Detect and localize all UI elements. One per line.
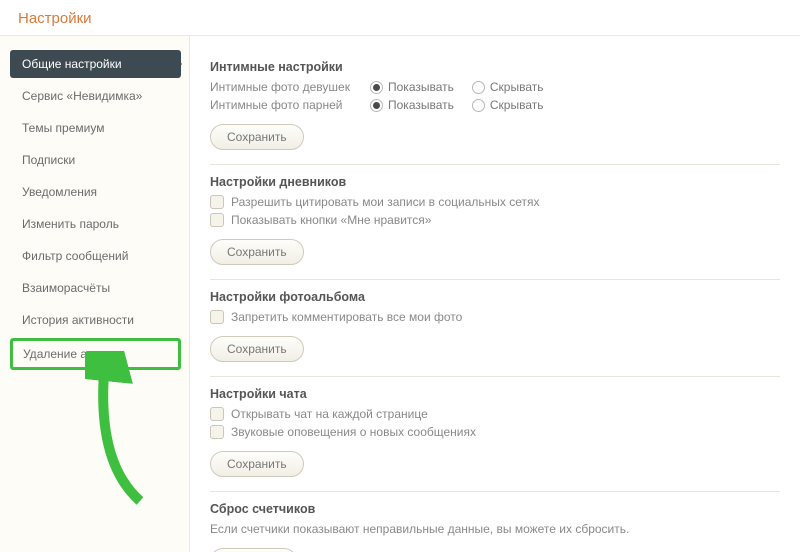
checkbox[interactable]: [210, 425, 224, 439]
section-diary: Настройки дневников Разрешить цитировать…: [210, 165, 780, 280]
content-body: Общие настройки Сервис «Невидимка» Темы …: [0, 36, 800, 552]
section-album: Настройки фотоальбома Запретить комменти…: [210, 280, 780, 377]
sidebar-item-label: Фильтр сообщений: [22, 249, 128, 263]
save-button[interactable]: Сохранить: [210, 239, 304, 265]
save-button[interactable]: Сохранить: [210, 336, 304, 362]
radio-icon: [370, 81, 383, 94]
checkbox-label: Запретить комментировать все мои фото: [231, 310, 462, 324]
section-reset: Сброс счетчиков Если счетчики показывают…: [210, 492, 780, 552]
section-intimate: Интимные настройки Интимные фото девушек…: [210, 50, 780, 165]
section-chat: Настройки чата Открывать чат на каждой с…: [210, 377, 780, 492]
save-button[interactable]: Сохранить: [210, 124, 304, 150]
sidebar-item-label: Темы премиум: [22, 121, 104, 135]
sidebar-item-label: Подписки: [22, 153, 75, 167]
radio-text: Скрывать: [490, 98, 544, 112]
diary-like-row: Показывать кнопки «Мне нравится»: [210, 213, 780, 227]
checkbox[interactable]: [210, 213, 224, 227]
radio-text: Скрывать: [490, 80, 544, 94]
checkbox[interactable]: [210, 310, 224, 324]
section-title: Настройки дневников: [210, 175, 780, 189]
checkbox-label: Показывать кнопки «Мне нравится»: [231, 213, 431, 227]
main-panel: Интимные настройки Интимные фото девушек…: [190, 36, 800, 552]
checkbox[interactable]: [210, 407, 224, 421]
radio-icon: [472, 99, 485, 112]
checkbox-label: Открывать чат на каждой странице: [231, 407, 428, 421]
row-label: Интимные фото парней: [210, 98, 370, 112]
section-title: Сброс счетчиков: [210, 502, 780, 516]
sidebar-item-settlements[interactable]: Взаиморасчёты: [10, 274, 181, 302]
section-title: Настройки фотоальбома: [210, 290, 780, 304]
sidebar-item-label: Взаиморасчёты: [22, 281, 110, 295]
sidebar-item-label: Общие настройки: [22, 57, 122, 71]
reset-description: Если счетчики показывают неправильные да…: [210, 522, 780, 536]
sidebar-item-label: Сервис «Невидимка»: [22, 89, 142, 103]
checkbox-label: Разрешить цитировать мои записи в социал…: [231, 195, 540, 209]
arrow-annotation-icon: [85, 351, 175, 511]
section-title: Настройки чата: [210, 387, 780, 401]
radio-hide-guys[interactable]: Скрывать: [472, 98, 544, 112]
sidebar-item-subscriptions[interactable]: Подписки: [10, 146, 181, 174]
radio-hide-girls[interactable]: Скрывать: [472, 80, 544, 94]
sidebar-item-label: История активности: [22, 313, 134, 327]
radio-icon: [370, 99, 383, 112]
sidebar-item-label: Удаление анкеты: [23, 347, 119, 361]
sidebar-item-change-password[interactable]: Изменить пароль: [10, 210, 181, 238]
diary-quote-row: Разрешить цитировать мои записи в социал…: [210, 195, 780, 209]
sidebar-item-notifications[interactable]: Уведомления: [10, 178, 181, 206]
sidebar-item-message-filter[interactable]: Фильтр сообщений: [10, 242, 181, 270]
section-title: Интимные настройки: [210, 60, 780, 74]
sidebar-item-themes[interactable]: Темы премиум: [10, 114, 181, 142]
radio-text: Показывать: [388, 98, 454, 112]
chat-sound-row: Звуковые оповещения о новых сообщениях: [210, 425, 780, 439]
app-shell: Настройки Общие настройки Сервис «Невиди…: [0, 0, 800, 552]
chat-open-row: Открывать чат на каждой странице: [210, 407, 780, 421]
sidebar-item-label: Уведомления: [22, 185, 97, 199]
radio-show-girls[interactable]: Показывать: [370, 80, 454, 94]
save-button[interactable]: Сохранить: [210, 451, 304, 477]
radio-text: Показывать: [388, 80, 454, 94]
page-title: Настройки: [18, 10, 92, 27]
checkbox[interactable]: [210, 195, 224, 209]
sidebar: Общие настройки Сервис «Невидимка» Темы …: [0, 36, 190, 552]
sidebar-item-invisible[interactable]: Сервис «Невидимка»: [10, 82, 181, 110]
sidebar-item-activity-history[interactable]: История активности: [10, 306, 181, 334]
album-forbid-row: Запретить комментировать все мои фото: [210, 310, 780, 324]
intimate-girls-row: Интимные фото девушек Показывать Скрыват…: [210, 80, 780, 94]
checkbox-label: Звуковые оповещения о новых сообщениях: [231, 425, 476, 439]
intimate-guys-row: Интимные фото парней Показывать Скрывать: [210, 98, 780, 112]
reset-button[interactable]: Сбросить: [210, 548, 297, 552]
radio-show-guys[interactable]: Показывать: [370, 98, 454, 112]
row-label: Интимные фото девушек: [210, 80, 370, 94]
sidebar-item-general[interactable]: Общие настройки: [10, 50, 181, 78]
page-title-bar: Настройки: [0, 0, 800, 36]
radio-icon: [472, 81, 485, 94]
sidebar-item-delete-profile[interactable]: Удаление анкеты: [10, 338, 181, 370]
sidebar-item-label: Изменить пароль: [22, 217, 119, 231]
